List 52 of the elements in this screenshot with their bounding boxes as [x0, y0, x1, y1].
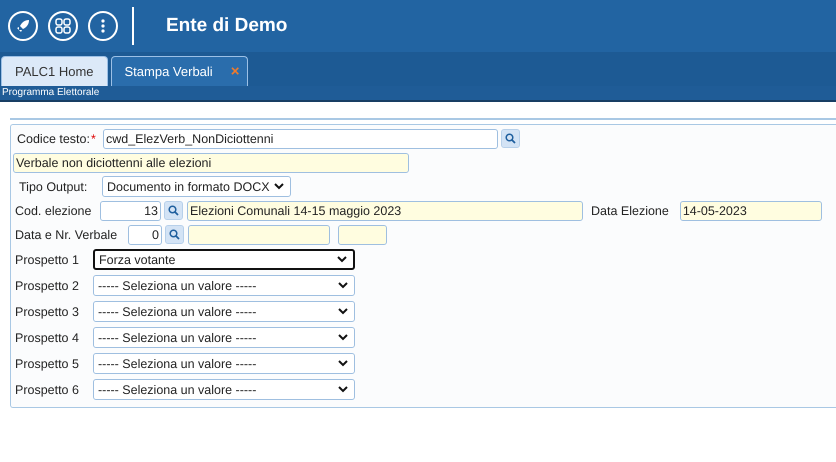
report-select[interactable]: Forza votante — [93, 249, 355, 270]
output-select[interactable]: Documento in formato DOCX — [102, 176, 291, 197]
search-button[interactable] — [164, 201, 183, 220]
report-select[interactable]: ----- Seleziona un valore ----- — [93, 379, 355, 400]
field-label: Prospetto 1 — [14, 252, 80, 266]
caret-icon — [274, 183, 284, 190]
caret-icon — [338, 386, 348, 393]
input-field[interactable]: Elezioni Comunali 14-15 maggio 2023 — [187, 200, 583, 220]
field-label: Data Elezione — [591, 204, 669, 218]
field-label: Prospetto 6 — [14, 382, 80, 396]
search-button[interactable] — [501, 129, 520, 148]
input-field[interactable]: cwd_ElezVerb_NonDiciottenni — [103, 128, 498, 148]
input-field[interactable]: 0 — [128, 224, 162, 244]
report-select[interactable]: ----- Seleziona un valore ----- — [93, 327, 355, 348]
field-label: Tipo Output: — [18, 180, 88, 194]
search-button[interactable] — [165, 225, 184, 244]
more-icon — [101, 19, 105, 33]
field-label: Prospetto 3 — [14, 304, 80, 318]
field-label: Prospetto 2 — [14, 278, 80, 292]
tab-label: Stampa Verbali — [124, 64, 213, 79]
more-button[interactable] — [88, 11, 118, 41]
section-title: Programma Elettorale — [0, 86, 836, 102]
report-select[interactable]: ----- Seleziona un valore ----- — [93, 353, 355, 374]
app-title: Ente di Demo — [166, 15, 288, 37]
input-field[interactable]: Verbale non diciottenni alle elezioni — [13, 152, 409, 172]
search-icon — [168, 205, 179, 216]
caret-icon — [338, 334, 348, 341]
field-label: Prospetto 5 — [14, 356, 80, 370]
apps-button[interactable] — [48, 11, 78, 41]
date-field[interactable] — [188, 224, 330, 244]
rocket-button[interactable] — [8, 11, 38, 41]
field-label: Data e Nr. Verbale — [14, 228, 118, 242]
tab-label: PALC1 Home — [15, 64, 94, 79]
required-mark: * — [90, 132, 96, 146]
search-icon — [169, 229, 180, 240]
caret-icon — [338, 308, 348, 315]
report-select[interactable]: ----- Seleziona un valore ----- — [93, 301, 355, 322]
report-select[interactable]: ----- Seleziona un valore ----- — [93, 275, 355, 296]
caret-icon — [337, 256, 347, 263]
field-label: Prospetto 4 — [14, 330, 80, 344]
grid-icon — [55, 18, 71, 34]
input-field[interactable]: 13 — [100, 200, 161, 220]
date-field[interactable]: 14-05-2023 — [680, 200, 822, 220]
number-field[interactable] — [338, 224, 387, 244]
caret-icon — [338, 360, 348, 367]
field-label: Cod. elezione — [14, 204, 92, 218]
field-label: Codice testo: — [17, 132, 90, 146]
search-icon — [505, 133, 516, 144]
caret-icon — [338, 282, 348, 289]
tab[interactable]: PALC1 Home — [1, 56, 108, 86]
rocket-icon — [16, 19, 30, 33]
tab[interactable]: Stampa Verbali × — [110, 56, 248, 86]
